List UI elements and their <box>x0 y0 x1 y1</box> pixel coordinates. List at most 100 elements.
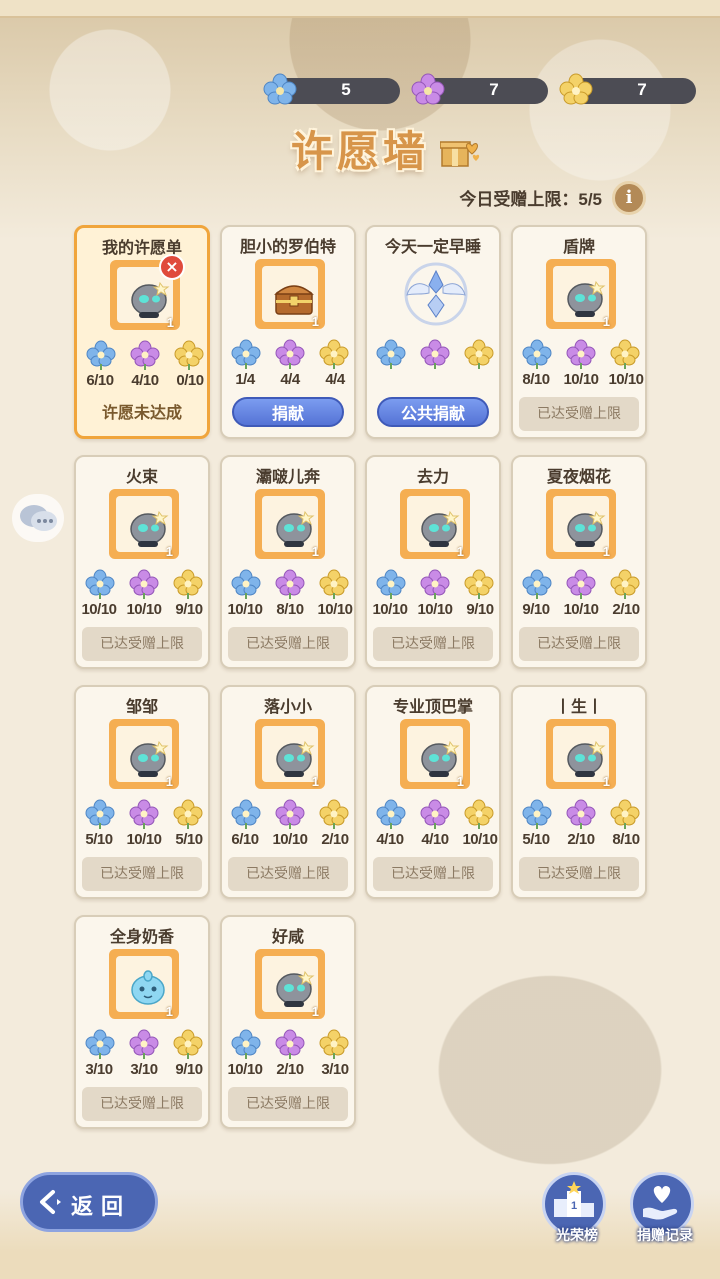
wish-item-slot[interactable]: 1 <box>255 719 325 789</box>
wing-emblem-icon <box>404 262 468 326</box>
wish-item-slot[interactable]: 1 <box>109 719 179 789</box>
item-quantity: 1 <box>165 1004 173 1019</box>
yellow-flower-icon <box>318 569 350 599</box>
wish-card[interactable]: 去力 1 10/10 10/10 9/10 已达受赠上限 <box>365 455 501 669</box>
flower-count: 10/10 <box>227 1061 263 1078</box>
wish-status: 许愿未达成 <box>101 403 182 422</box>
purple-flower-icon <box>274 799 306 829</box>
card-player-name: 今天一定早睡 <box>384 237 481 256</box>
item-quantity: 1 <box>602 314 610 329</box>
purple-flower-icon <box>419 339 451 369</box>
wish-card[interactable]: 全身奶香 1 3/10 3/10 9/10 已达受赠上限 <box>74 915 210 1129</box>
wish-item-slot[interactable]: 1 <box>255 259 325 329</box>
delete-wish-icon[interactable]: × <box>159 254 185 280</box>
receive-limit-reached: 已达受赠上限 <box>82 627 202 661</box>
flower-count: 4/10 <box>376 831 404 848</box>
item-quantity: 1 <box>165 774 173 789</box>
flower-counts: 5/10 10/10 5/10 <box>76 831 208 851</box>
donation-record-button[interactable]: 捐赠记录 <box>630 1172 694 1244</box>
wish-card[interactable]: 今天一定早睡公共捐献 <box>365 225 501 439</box>
flower-count: 2/10 <box>567 831 595 848</box>
chat-icon[interactable] <box>12 494 64 542</box>
flower-progress-icons <box>517 339 641 369</box>
wish-card[interactable]: 盾牌 1 8/10 10/10 10/10 已达受赠上限 <box>511 225 647 439</box>
pet-creature-icon <box>262 726 318 782</box>
wish-card[interactable]: 夏夜烟花 1 9/10 10/10 2/10 已达受赠上限 <box>511 455 647 669</box>
wish-card[interactable]: 胆小的罗伯特 1 1/4 4/4 4/4 捐献 <box>220 225 356 439</box>
flower-progress-icons <box>517 569 641 599</box>
wish-item-slot[interactable]: 1 <box>400 719 470 789</box>
flower-counts: 10/10 10/10 9/10 <box>367 601 499 621</box>
wish-item-slot[interactable]: 1 <box>109 949 179 1019</box>
card-player-name: 盾牌 <box>562 237 595 256</box>
flower-counts: 4/10 4/10 10/10 <box>367 831 499 851</box>
receive-limit-reached: 已达受赠上限 <box>228 1087 348 1121</box>
flower-count: 5/10 <box>522 831 550 848</box>
flower-progress-icons <box>80 569 204 599</box>
flower-counts: 10/10 2/10 3/10 <box>222 1061 354 1081</box>
my-wish-card[interactable]: 我的许愿单 1 × 6/10 4/10 0/10 许愿未达成 <box>74 225 210 439</box>
yellow-flower-icon <box>559 73 593 105</box>
wish-card[interactable]: 火束 1 10/10 10/10 9/10 已达受赠上限 <box>74 455 210 669</box>
wish-item-slot[interactable]: 1 <box>255 489 325 559</box>
card-player-name: 丨生丨 <box>554 697 603 716</box>
blue-flower-icon <box>230 1029 262 1059</box>
daily-receive-limit: 今日受赠上限：5/5 <box>459 190 602 209</box>
flower-count: 2/10 <box>276 1061 304 1078</box>
purple-flower-icon <box>419 799 451 829</box>
wish-card[interactable]: 专业顶巴掌 1 4/10 4/10 10/10 已达受赠上限 <box>365 685 501 899</box>
pet-creature-icon <box>553 496 609 552</box>
flower-count: 4/4 <box>325 371 345 388</box>
item-quantity: 1 <box>311 544 319 559</box>
purple-flower-icon <box>565 569 597 599</box>
purple-flower-icon <box>274 339 306 369</box>
wish-card[interactable]: 丨生丨 1 5/10 2/10 8/10 已达受赠上限 <box>511 685 647 899</box>
flower-count: 4/10 <box>421 831 449 848</box>
flower-counts: 1/4 4/4 4/4 <box>222 371 354 391</box>
wish-item-slot[interactable]: 1 <box>255 949 325 1019</box>
flower-counts: 10/10 8/10 10/10 <box>222 601 354 621</box>
wish-card[interactable]: 落小小 1 6/10 10/10 2/10 已达受赠上限 <box>220 685 356 899</box>
honor-board-button[interactable]: 1 光荣榜 <box>542 1172 606 1244</box>
receive-limit-reached: 已达受赠上限 <box>373 627 493 661</box>
item-quantity: 1 <box>165 544 173 559</box>
purple-flower-icon <box>274 1029 306 1059</box>
currency-blue-value: 5 <box>341 80 351 99</box>
flower-count: 3/10 <box>130 1061 158 1078</box>
flower-count: 10/10 <box>272 831 308 848</box>
card-player-name: 我的许愿单 <box>101 238 182 257</box>
wish-card[interactable]: 灞啵儿奔 1 10/10 8/10 10/10 已达受赠上限 <box>220 455 356 669</box>
card-player-name: 火束 <box>125 467 158 486</box>
blue-flower-icon <box>230 799 262 829</box>
yellow-flower-icon <box>463 569 495 599</box>
blue-flower-icon <box>84 1029 116 1059</box>
flower-progress-icons <box>80 799 204 829</box>
flower-count: 10/10 <box>563 601 599 618</box>
currency-blue: 5 <box>263 73 400 105</box>
donate-button[interactable]: 捐献 <box>232 397 344 427</box>
wish-item-slot[interactable]: 1 <box>546 719 616 789</box>
pet-creature-icon <box>553 266 609 322</box>
info-icon[interactable]: i <box>612 181 646 215</box>
yellow-flower-icon <box>609 339 641 369</box>
flower-count: 10/10 <box>563 371 599 388</box>
yellow-flower-icon <box>463 799 495 829</box>
wish-item-slot[interactable]: 1 <box>109 489 179 559</box>
wish-card[interactable]: 好咸 1 10/10 2/10 3/10 已达受赠上限 <box>220 915 356 1129</box>
background-windmill <box>420 960 680 1180</box>
wish-item-slot[interactable]: 1 <box>400 489 470 559</box>
page-title: 许愿墙 <box>290 127 429 176</box>
back-arrow-icon <box>40 1190 61 1214</box>
public-donate-button[interactable]: 公共捐献 <box>377 397 489 427</box>
flower-count: 8/10 <box>612 831 640 848</box>
card-player-name: 专业顶巴掌 <box>392 697 473 716</box>
receive-limit-reached: 已达受赠上限 <box>519 627 639 661</box>
wish-item-slot[interactable]: 1 <box>546 259 616 329</box>
blue-flower-icon <box>521 339 553 369</box>
flower-count: 1/4 <box>235 371 255 388</box>
item-quantity: 1 <box>602 544 610 559</box>
back-button[interactable]: 返回 <box>20 1172 158 1232</box>
wish-card[interactable]: 邹邹 1 5/10 10/10 5/10 已达受赠上限 <box>74 685 210 899</box>
wish-item-slot[interactable]: 1 <box>546 489 616 559</box>
flower-count: 6/10 <box>231 831 259 848</box>
